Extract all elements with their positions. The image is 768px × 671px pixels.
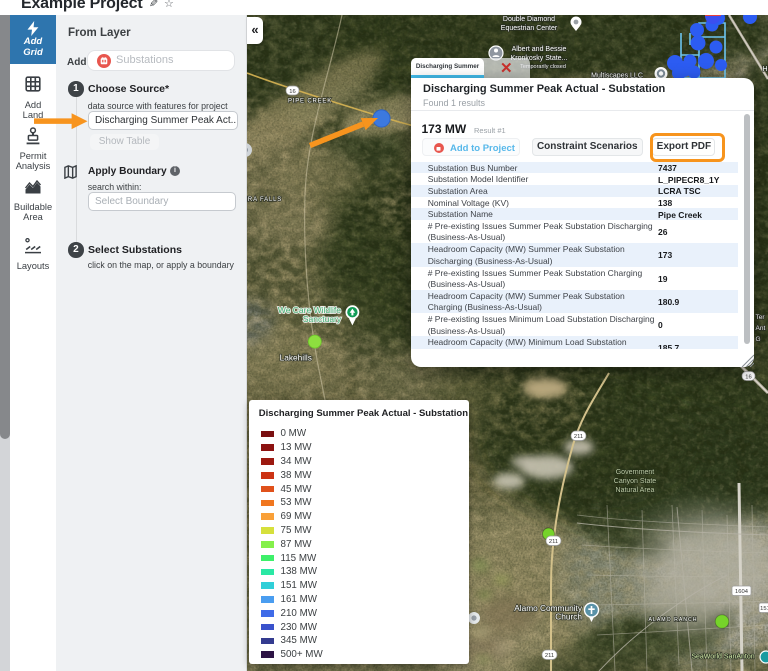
svg-text:Government: Government — [616, 469, 655, 476]
svg-text:Canyon State: Canyon State — [614, 478, 657, 485]
svg-text:211: 211 — [549, 539, 558, 545]
svg-text:Sanctuary: Sanctuary — [303, 314, 342, 324]
svg-text:DERA FALLS: DERA FALLS — [247, 197, 282, 203]
svg-text:211: 211 — [574, 434, 583, 440]
svg-text:G: G — [756, 336, 761, 343]
svg-text:Lakehills: Lakehills — [280, 353, 312, 363]
svg-text:211: 211 — [545, 653, 554, 659]
svg-text:SeaWorld SanAnton: SeaWorld SanAnton — [691, 654, 754, 661]
svg-text:1604: 1604 — [735, 589, 749, 595]
svg-text:Natural Area: Natural Area — [616, 487, 655, 494]
svg-text:16: 16 — [745, 374, 751, 380]
svg-text:Church: Church — [555, 612, 582, 622]
svg-text:Ant: Ant — [756, 325, 766, 332]
svg-text:H: H — [762, 66, 767, 73]
svg-text:ALAMO RANCH: ALAMO RANCH — [648, 617, 697, 623]
svg-text:Double Diamond: Double Diamond — [503, 16, 555, 23]
svg-text:Albert and Bessie: Albert and Bessie — [512, 46, 567, 53]
svg-text:PIPE CREEK: PIPE CREEK — [288, 99, 332, 105]
svg-text:16: 16 — [289, 89, 295, 95]
svg-text:Equestrian Center: Equestrian Center — [501, 25, 558, 32]
svg-text:151: 151 — [760, 606, 768, 612]
svg-text:Ter: Ter — [756, 314, 766, 321]
